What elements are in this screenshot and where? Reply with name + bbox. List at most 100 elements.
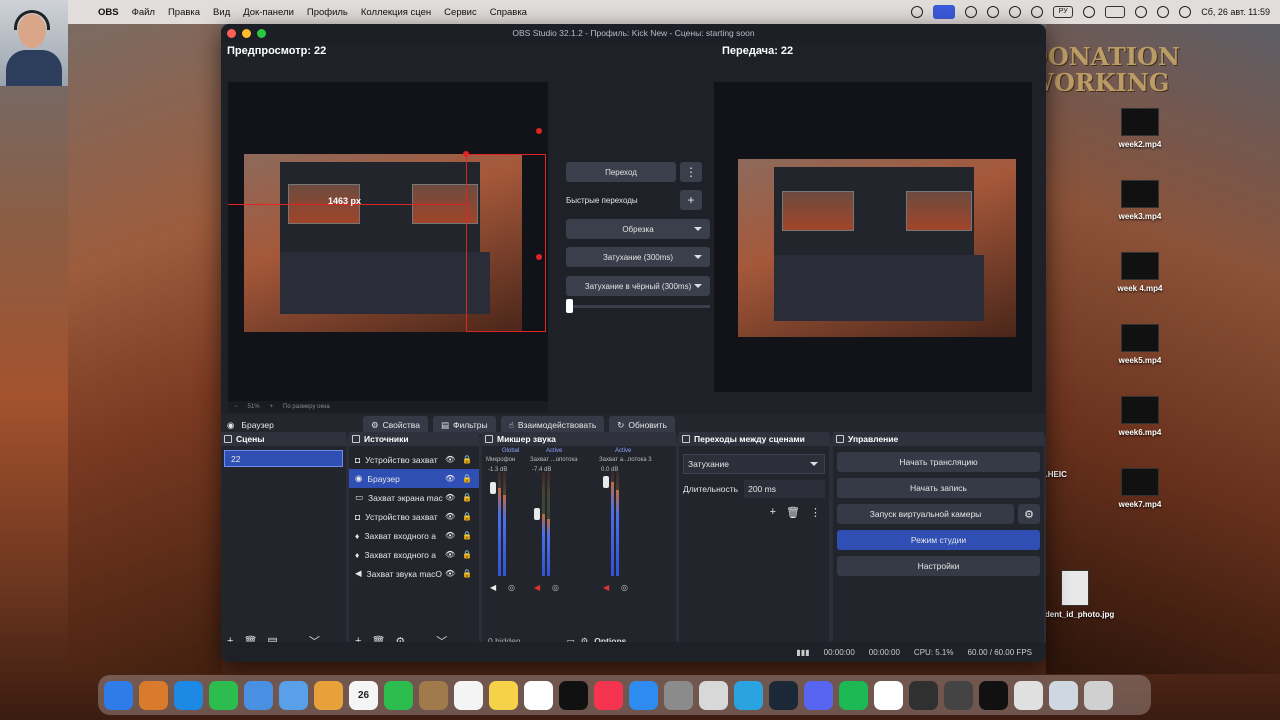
channel-name[interactable]: Захват ...опотока [530,457,578,463]
scene-item[interactable]: 22 [224,450,343,467]
lock-icon[interactable]: 🔒 [462,455,472,464]
transition-menu-button[interactable]: ⋮ [680,162,702,182]
menu-file[interactable]: Файл [132,7,155,18]
eye-icon[interactable]: 👁 [445,455,455,464]
source-item[interactable]: ▭ Захват экрана mac 👁 🔒 [349,488,479,507]
keyboard-layout[interactable]: РУ [1053,6,1074,18]
messages-icon[interactable] [209,680,238,710]
desktop-file[interactable]: week6.mp4 [1105,396,1175,437]
menu-scene-collection[interactable]: Коллекция сцен [361,7,431,18]
trash-icon[interactable]: 🗑 [786,506,800,519]
menu-tools[interactable]: Сервис [444,7,477,18]
chrome-icon[interactable] [874,680,903,710]
rotate-handle[interactable] [536,128,542,134]
volume-fader[interactable] [534,508,540,520]
source-item[interactable]: ♦ Захват входного а 👁 🔒 [349,545,479,564]
music-icon[interactable] [594,680,623,710]
app-icon[interactable] [419,680,448,710]
recent-window-icon[interactable] [979,680,1008,710]
transition-button[interactable]: Переход [566,162,676,182]
tray-a-icon[interactable] [1031,6,1044,18]
eye-icon[interactable]: 👁 [445,569,455,578]
app-icon[interactable] [699,680,728,710]
freeform-icon[interactable] [524,680,553,710]
lock-icon[interactable]: 🔒 [462,512,472,521]
reminders-icon[interactable] [454,680,483,710]
lock-icon[interactable]: 🔒 [462,569,472,578]
menu-app[interactable]: OBS [98,7,119,18]
menu-profile[interactable]: Профиль [307,7,348,18]
settings-button[interactable]: Настройки [837,556,1040,576]
finder-icon[interactable] [104,680,133,710]
clock[interactable]: Сб, 26 авт. 11:59 [1201,7,1270,17]
desktop-file[interactable]: week3.mp4 [1105,180,1175,221]
tray-game-icon[interactable] [987,6,1000,18]
monitor-icon[interactable]: ◎ [552,583,559,592]
desktop-file-photo[interactable]: udent_id_photo.jpg [1040,570,1114,619]
start-stream-button[interactable]: Начать трансляцию [837,452,1040,472]
discord-icon[interactable] [804,680,833,710]
zoom-out-button[interactable]: − [234,404,238,410]
menu-help[interactable]: Справка [490,7,527,18]
eye-icon[interactable]: 👁 [445,531,455,540]
quick-transition-cut[interactable]: Обрезка [566,219,710,239]
app-icon[interactable] [839,680,868,710]
monitor-icon[interactable]: ◎ [621,583,628,592]
quick-transition-fade[interactable]: Затухание (300ms) [566,247,710,267]
tray-app-icon[interactable] [911,6,924,18]
menu-docks[interactable]: Док-панели [243,7,294,18]
lock-icon[interactable]: 🔒 [462,550,472,559]
photos-icon[interactable] [314,680,343,710]
resize-handle[interactable] [463,151,469,157]
mail-icon[interactable] [244,680,273,710]
zoom-in-button[interactable]: + [270,404,274,410]
volume-fader[interactable] [603,476,609,488]
speaker-icon[interactable]: ◀ [534,583,540,592]
lock-icon[interactable]: 🔒 [462,531,472,540]
preview-canvas[interactable]: 1463 px [228,82,548,402]
trash-icon[interactable] [1084,680,1113,710]
source-item[interactable]: ◘ Устройство захват 👁 🔒 [349,450,479,469]
eye-icon[interactable]: 👁 [445,512,455,521]
recent-window-icon[interactable] [944,680,973,710]
calendar-icon[interactable]: 26 [349,680,378,710]
eye-icon[interactable]: 👁 [445,493,455,502]
desktop-file[interactable]: week2.mp4 [1105,108,1175,149]
transition-type-select[interactable]: Затухание [683,454,825,474]
battery-icon[interactable] [1105,6,1126,18]
desktop-file[interactable]: week 4.mp4 [1105,252,1175,293]
app-store-icon[interactable] [629,680,658,710]
tray-tool-icon[interactable] [965,6,978,18]
play-icon[interactable] [1009,6,1022,18]
quick-transition-fade-black[interactable]: Затухание в чёрный (300ms) [566,276,710,296]
recent-file-icon[interactable] [1049,680,1078,710]
add-quick-transition-button[interactable]: + [680,190,702,210]
source-item[interactable]: ◀ Захват звука macO 👁 🔒 [349,564,479,583]
t-bar[interactable] [566,299,710,313]
telegram-icon[interactable] [734,680,763,710]
safari-icon[interactable] [174,680,203,710]
studio-mode-button[interactable]: Режим студии [837,530,1040,550]
notes-icon[interactable] [489,680,518,710]
t-bar-handle[interactable] [566,299,573,313]
siri-icon[interactable] [1179,6,1192,18]
more-icon[interactable]: ⋮ [810,506,821,519]
tv-icon[interactable] [559,680,588,710]
menu-view[interactable]: Вид [213,7,230,18]
screen-record-icon[interactable] [933,5,956,19]
maps-icon[interactable] [279,680,308,710]
channel-name[interactable]: Микрофон [486,457,515,463]
eye-icon[interactable]: 👁 [445,550,455,559]
source-item-selected[interactable]: ◉ Браузер 👁 🔒 [349,469,479,488]
duration-spinbox[interactable]: 200 ms [744,480,825,498]
channel-name[interactable]: Захват а...потока 3 [599,457,652,463]
add-icon[interactable]: + [770,506,776,519]
virtual-cam-button[interactable]: Запуск виртуальной камеры [837,504,1014,524]
launchpad-icon[interactable] [139,680,168,710]
desktop-file[interactable]: week7.mp4 [1105,468,1175,509]
volume-fader[interactable] [490,482,496,494]
search-icon[interactable] [1135,6,1148,18]
selection-box[interactable] [466,154,546,332]
start-record-button[interactable]: Начать запись [837,478,1040,498]
desktop-file[interactable]: week5.mp4 [1105,324,1175,365]
